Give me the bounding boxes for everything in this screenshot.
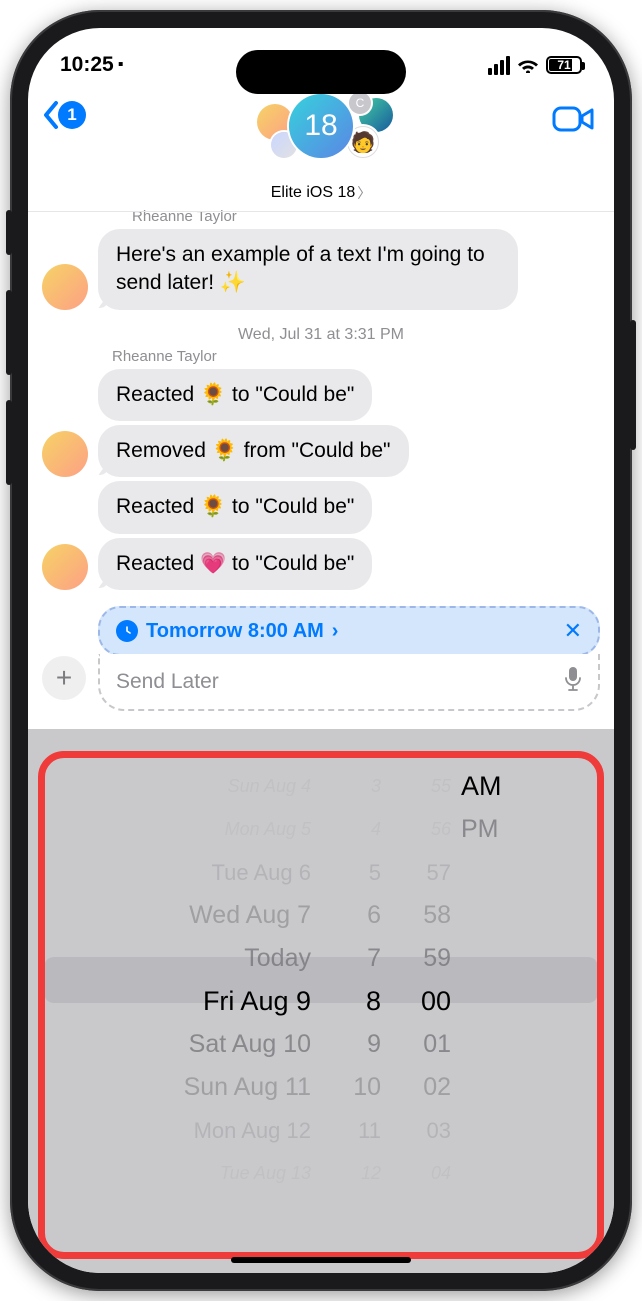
minute-wheel[interactable]: 5556575859000102030405 bbox=[391, 765, 451, 1195]
chevron-right-icon: › bbox=[332, 620, 339, 643]
datetime-picker-panel: Sun Aug 4Mon Aug 5Tue Aug 6Wed Aug 7Toda… bbox=[28, 729, 614, 1273]
schedule-time-label: Tomorrow 8:00 AM bbox=[146, 620, 324, 643]
picker-row[interactable]: 01 bbox=[423, 1023, 451, 1066]
sender-label: Rheanne Taylor bbox=[42, 348, 600, 365]
cancel-schedule-button[interactable]: ✕ bbox=[564, 618, 582, 644]
message-bubble[interactable]: Here's an example of a text I'm going to… bbox=[98, 229, 518, 310]
picker-row[interactable]: 56 bbox=[431, 808, 451, 851]
cellular-signal-icon bbox=[488, 56, 510, 75]
date-wheel[interactable]: Sun Aug 4Mon Aug 5Tue Aug 6Wed Aug 7Toda… bbox=[121, 765, 311, 1195]
sender-avatar[interactable] bbox=[42, 431, 88, 477]
chevron-right-icon: 〉 bbox=[357, 183, 371, 203]
picker-row[interactable]: 02 bbox=[423, 1066, 451, 1109]
picker-row[interactable]: 55 bbox=[431, 765, 451, 808]
picker-row[interactable]: 3 bbox=[371, 765, 381, 808]
picker-row[interactable]: PM bbox=[461, 808, 499, 851]
picker-row[interactable]: Tue Aug 13 bbox=[220, 1152, 311, 1195]
picker-row[interactable]: Mon Aug 5 bbox=[225, 808, 311, 851]
dictation-icon[interactable] bbox=[564, 666, 582, 697]
message-list[interactable]: Rheanne Taylor Here's an example of a te… bbox=[28, 212, 614, 594]
picker-row[interactable]: AM bbox=[461, 765, 502, 808]
picker-row[interactable]: 8 bbox=[366, 980, 381, 1023]
picker-row[interactable]: 6 bbox=[367, 894, 381, 937]
picker-row[interactable]: 03 bbox=[427, 1109, 451, 1152]
picker-row[interactable]: 10 bbox=[353, 1066, 381, 1109]
conversation-header: 1 18 C 🧑 Elite iOS 18 〉 bbox=[28, 88, 614, 212]
message-bubble[interactable]: Removed 🌻 from "Could be" bbox=[98, 425, 409, 477]
home-indicator[interactable] bbox=[231, 1257, 411, 1263]
back-button[interactable]: 1 bbox=[42, 100, 86, 130]
picker-row[interactable]: 59 bbox=[423, 937, 451, 980]
message-bubble[interactable]: Reacted 🌻 to "Could be" bbox=[98, 369, 372, 421]
picker-row[interactable]: 04 bbox=[431, 1152, 451, 1195]
picker-row[interactable]: 7 bbox=[367, 937, 381, 980]
timestamp-divider: Wed, Jul 31 at 3:31 PM bbox=[42, 326, 600, 344]
input-placeholder: Send Later bbox=[116, 670, 219, 694]
picker-row[interactable]: 5 bbox=[369, 851, 381, 894]
picker-row[interactable]: Mon Aug 12 bbox=[194, 1109, 311, 1152]
facetime-button[interactable] bbox=[552, 104, 594, 139]
picker-row[interactable]: Sun Aug 4 bbox=[228, 765, 311, 808]
picker-row[interactable]: Tue Aug 6 bbox=[212, 851, 311, 894]
sender-avatar[interactable] bbox=[42, 544, 88, 590]
battery-icon: 71 bbox=[546, 56, 582, 74]
wifi-icon bbox=[517, 57, 539, 73]
unread-badge: 1 bbox=[58, 101, 86, 129]
picker-row[interactable]: Sat Aug 10 bbox=[189, 1023, 311, 1066]
picker-row[interactable]: 9 bbox=[367, 1023, 381, 1066]
group-avatar-cluster[interactable]: 18 C 🧑 bbox=[221, 92, 421, 162]
picker-row[interactable]: 12 bbox=[361, 1152, 381, 1195]
message-bubble[interactable]: Reacted 💗 to "Could be" bbox=[98, 538, 372, 590]
picker-row[interactable]: 4 bbox=[371, 808, 381, 851]
status-time: 10:25 bbox=[60, 53, 114, 77]
picker-row[interactable]: 11 bbox=[358, 1109, 381, 1152]
dynamic-island bbox=[236, 50, 406, 94]
group-main-avatar: 18 bbox=[289, 94, 353, 158]
clock-icon bbox=[116, 620, 138, 642]
picker-row[interactable]: 00 bbox=[421, 980, 451, 1023]
sender-avatar[interactable] bbox=[42, 264, 88, 310]
message-input[interactable]: Send Later bbox=[98, 654, 600, 711]
participant-avatar: C bbox=[349, 92, 371, 114]
ampm-wheel[interactable]: AMPM bbox=[461, 765, 521, 1195]
compose-area: + Tomorrow 8:00 AM › ✕ Send Later bbox=[28, 594, 614, 729]
picker-row[interactable]: 57 bbox=[427, 851, 451, 894]
orientation-lock-icon: ▪ bbox=[118, 56, 124, 74]
picker-row[interactable]: Today bbox=[244, 937, 311, 980]
message-bubble[interactable]: Reacted 🌻 to "Could be" bbox=[98, 481, 372, 533]
scheduled-send-pill[interactable]: Tomorrow 8:00 AM › ✕ bbox=[98, 606, 600, 656]
picker-row[interactable]: Fri Aug 9 bbox=[203, 980, 311, 1023]
apps-plus-button[interactable]: + bbox=[42, 656, 86, 700]
hour-wheel[interactable]: 34567891011121 bbox=[321, 765, 381, 1195]
picker-row[interactable]: 58 bbox=[423, 894, 451, 937]
conversation-title[interactable]: Elite iOS 18 〉 bbox=[28, 183, 614, 203]
picker-row[interactable]: Sun Aug 11 bbox=[184, 1066, 311, 1109]
picker-row[interactable]: Wed Aug 7 bbox=[189, 894, 311, 937]
